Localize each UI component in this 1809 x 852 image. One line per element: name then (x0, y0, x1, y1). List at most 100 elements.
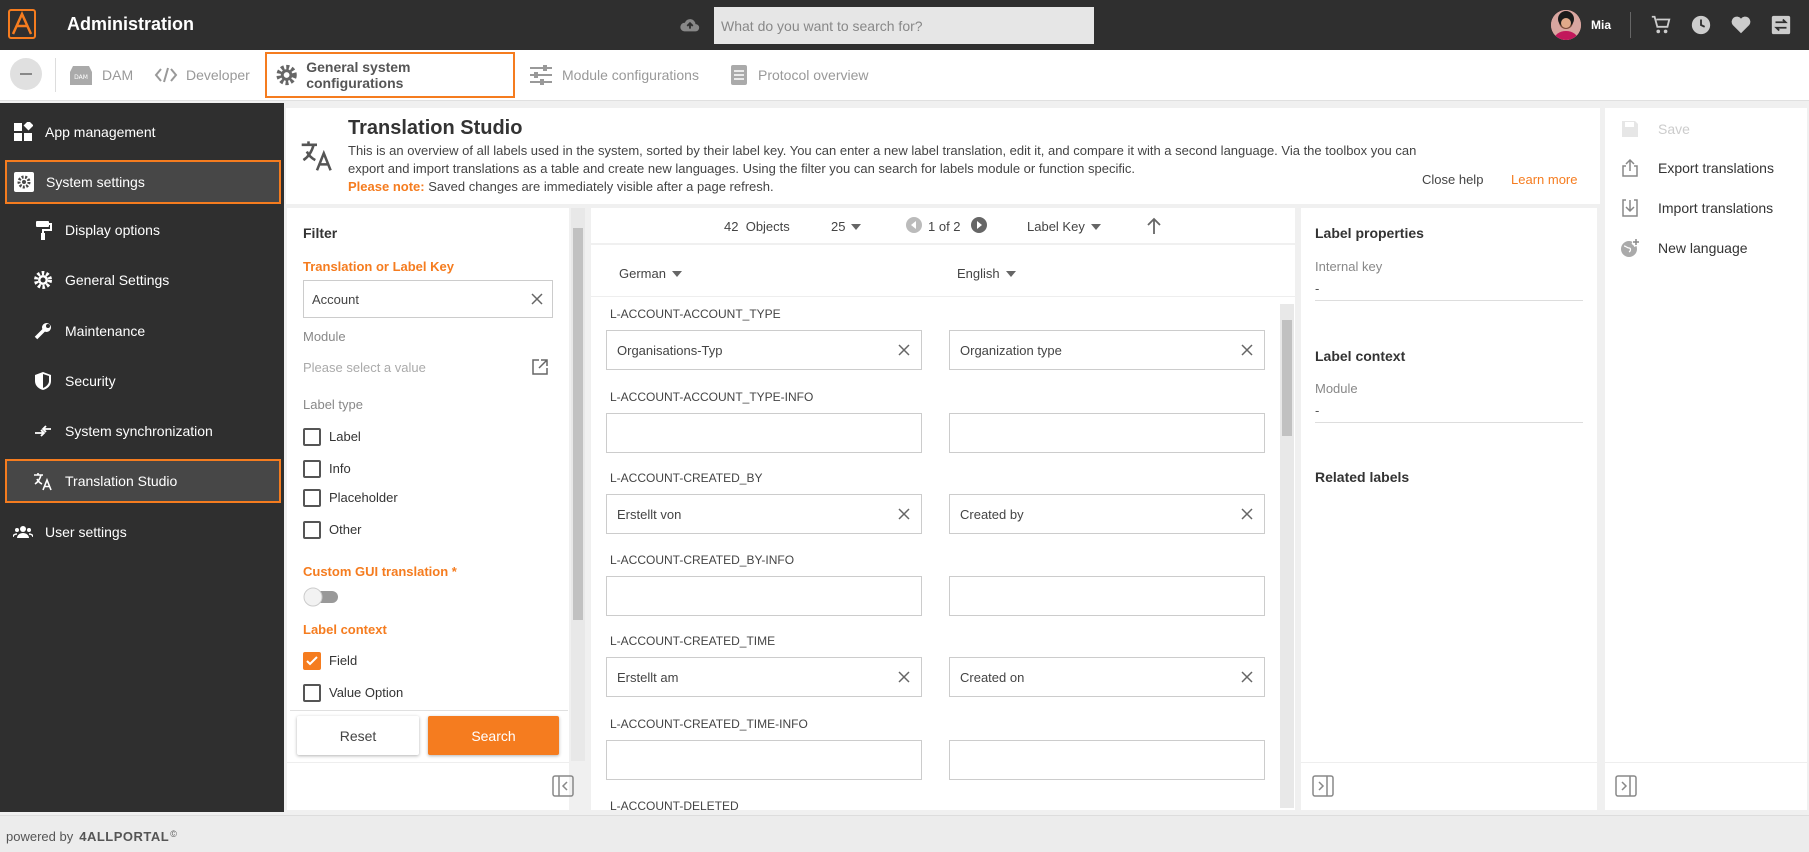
document-stack-icon (731, 65, 747, 85)
sidebar-item-translation-studio[interactable]: Translation Studio (5, 459, 281, 503)
save-button[interactable]: Save (1620, 119, 1690, 139)
heart-icon[interactable] (1730, 14, 1752, 36)
sidebar-item-system-settings[interactable]: System settings (5, 160, 281, 204)
german-translation-input[interactable] (606, 413, 922, 453)
sidebar-item-label: System settings (46, 174, 145, 190)
checkbox-label: Placeholder (329, 490, 398, 505)
cloud-upload-icon[interactable] (679, 14, 701, 36)
cart-icon[interactable] (1650, 14, 1672, 36)
prev-page-icon[interactable] (906, 217, 922, 236)
clear-icon[interactable] (897, 343, 911, 357)
import-translations-button[interactable]: Import translations (1620, 198, 1773, 218)
value-option-context-checkbox[interactable] (303, 684, 321, 702)
german-translation-input[interactable] (606, 576, 922, 616)
collapse-toolbox-icon[interactable] (1615, 775, 1637, 800)
left-language-select[interactable]: German (619, 266, 682, 281)
sidebar-item-system-synchronization[interactable]: System synchronization (5, 409, 281, 453)
module-select[interactable]: Please select a value (303, 360, 426, 375)
filter-scrollbar-thumb[interactable] (573, 228, 583, 620)
english-translation-input[interactable]: Created on (949, 657, 1265, 697)
search-button[interactable]: Search (428, 716, 559, 755)
english-translation-input[interactable] (949, 413, 1265, 453)
user-name[interactable]: Mia (1591, 18, 1611, 32)
sidebar-item-label: User settings (45, 524, 127, 540)
info-type-checkbox[interactable] (303, 460, 321, 478)
note-text: Saved changes are immediately visible af… (428, 179, 774, 194)
english-translation-input[interactable]: Created by (949, 494, 1265, 534)
clear-icon[interactable] (897, 670, 911, 684)
avatar[interactable] (1551, 10, 1581, 40)
label-type-checkbox[interactable] (303, 428, 321, 446)
list-scrollbar-thumb[interactable] (1282, 320, 1292, 436)
checkbox-label: Field (329, 653, 358, 668)
field-context-checkbox[interactable] (303, 652, 321, 670)
nav-item-protocol-overview[interactable]: Protocol overview (720, 52, 877, 98)
sort-select[interactable]: Label Key (1027, 219, 1101, 234)
page-size-select[interactable]: 25 (831, 219, 862, 234)
module-label: Module (1315, 381, 1358, 396)
input-value: Organization type (960, 342, 1062, 358)
custom-gui-toggle[interactable] (303, 587, 341, 610)
clear-icon[interactable] (530, 292, 544, 306)
page-indicator: 1 of 2 (928, 219, 961, 234)
checkbox-label: Info (329, 461, 351, 476)
app-title: Administration (67, 14, 195, 34)
nav-item-label: General system configurations (306, 59, 411, 91)
sidebar-item-display-options[interactable]: Display options (5, 208, 281, 252)
sliders-icon (530, 65, 552, 85)
other-type-checkbox[interactable] (303, 521, 321, 539)
app-logo[interactable] (8, 9, 36, 39)
checkbox-label: Label (329, 429, 361, 444)
caret-down-icon (671, 270, 682, 277)
save-icon (1622, 121, 1638, 137)
sidebar-item-general-settings[interactable]: General Settings (5, 258, 281, 302)
close-help-link[interactable]: Close help (1422, 172, 1483, 187)
clear-icon[interactable] (1240, 670, 1254, 684)
nav-item-dam[interactable]: DAM DAM (60, 52, 141, 98)
nav-item-general-system-configurations[interactable]: General system configurations (265, 52, 515, 98)
placeholder-type-checkbox[interactable] (303, 489, 321, 507)
input-value: Erstellt von (617, 506, 682, 522)
nav-item-developer[interactable]: Developer (146, 52, 258, 98)
next-page-icon[interactable] (971, 217, 987, 236)
sidebar-item-maintenance[interactable]: Maintenance (5, 309, 281, 353)
clear-icon[interactable] (1240, 507, 1254, 521)
history-icon[interactable] (1690, 14, 1712, 36)
german-translation-input[interactable]: Erstellt am (606, 657, 922, 697)
export-translations-button[interactable]: Export translations (1620, 158, 1774, 178)
switch-icon[interactable] (1770, 14, 1792, 36)
nav-item-label: Module configurations (562, 67, 699, 83)
menu-button[interactable] (10, 58, 42, 90)
english-translation-input[interactable] (949, 740, 1265, 780)
filter-search-input[interactable]: Account (303, 280, 553, 318)
german-translation-input[interactable]: Organisations-Typ (606, 330, 922, 370)
clear-icon[interactable] (1240, 343, 1254, 357)
sidebar-item-security[interactable]: Security (5, 359, 281, 403)
global-search-input[interactable] (714, 7, 1094, 44)
nav-item-label: Protocol overview (758, 67, 869, 83)
nav-item-module-configurations[interactable]: Module configurations (520, 52, 707, 98)
clear-icon[interactable] (897, 507, 911, 521)
collapse-left-icon[interactable] (552, 775, 574, 800)
translate-icon (34, 473, 52, 491)
reset-button[interactable]: Reset (297, 716, 419, 755)
learn-more-link[interactable]: Learn more (1511, 172, 1577, 187)
sidebar-item-label: Display options (65, 222, 160, 238)
right-language-select[interactable]: English (957, 266, 1016, 281)
gear-icon (34, 271, 52, 289)
german-translation-input[interactable]: Erstellt von (606, 494, 922, 534)
sort-direction-icon[interactable] (1146, 217, 1162, 238)
internal-key-value: - (1315, 281, 1583, 301)
sidebar-item-user-settings[interactable]: User settings (5, 510, 281, 554)
open-external-icon[interactable] (531, 358, 549, 379)
english-translation-input[interactable] (949, 576, 1265, 616)
label-type-label: Label type (303, 397, 363, 412)
sidebar-item-app-management[interactable]: App management (5, 110, 281, 154)
sidebar-item-label: General Settings (65, 272, 170, 288)
row-key: L-ACCOUNT-ACCOUNT_TYPE (610, 307, 781, 321)
collapse-right-icon[interactable] (1312, 775, 1334, 800)
new-language-button[interactable]: New language (1620, 238, 1748, 258)
german-translation-input[interactable] (606, 740, 922, 780)
caret-down-icon (1005, 270, 1016, 277)
english-translation-input[interactable]: Organization type (949, 330, 1265, 370)
